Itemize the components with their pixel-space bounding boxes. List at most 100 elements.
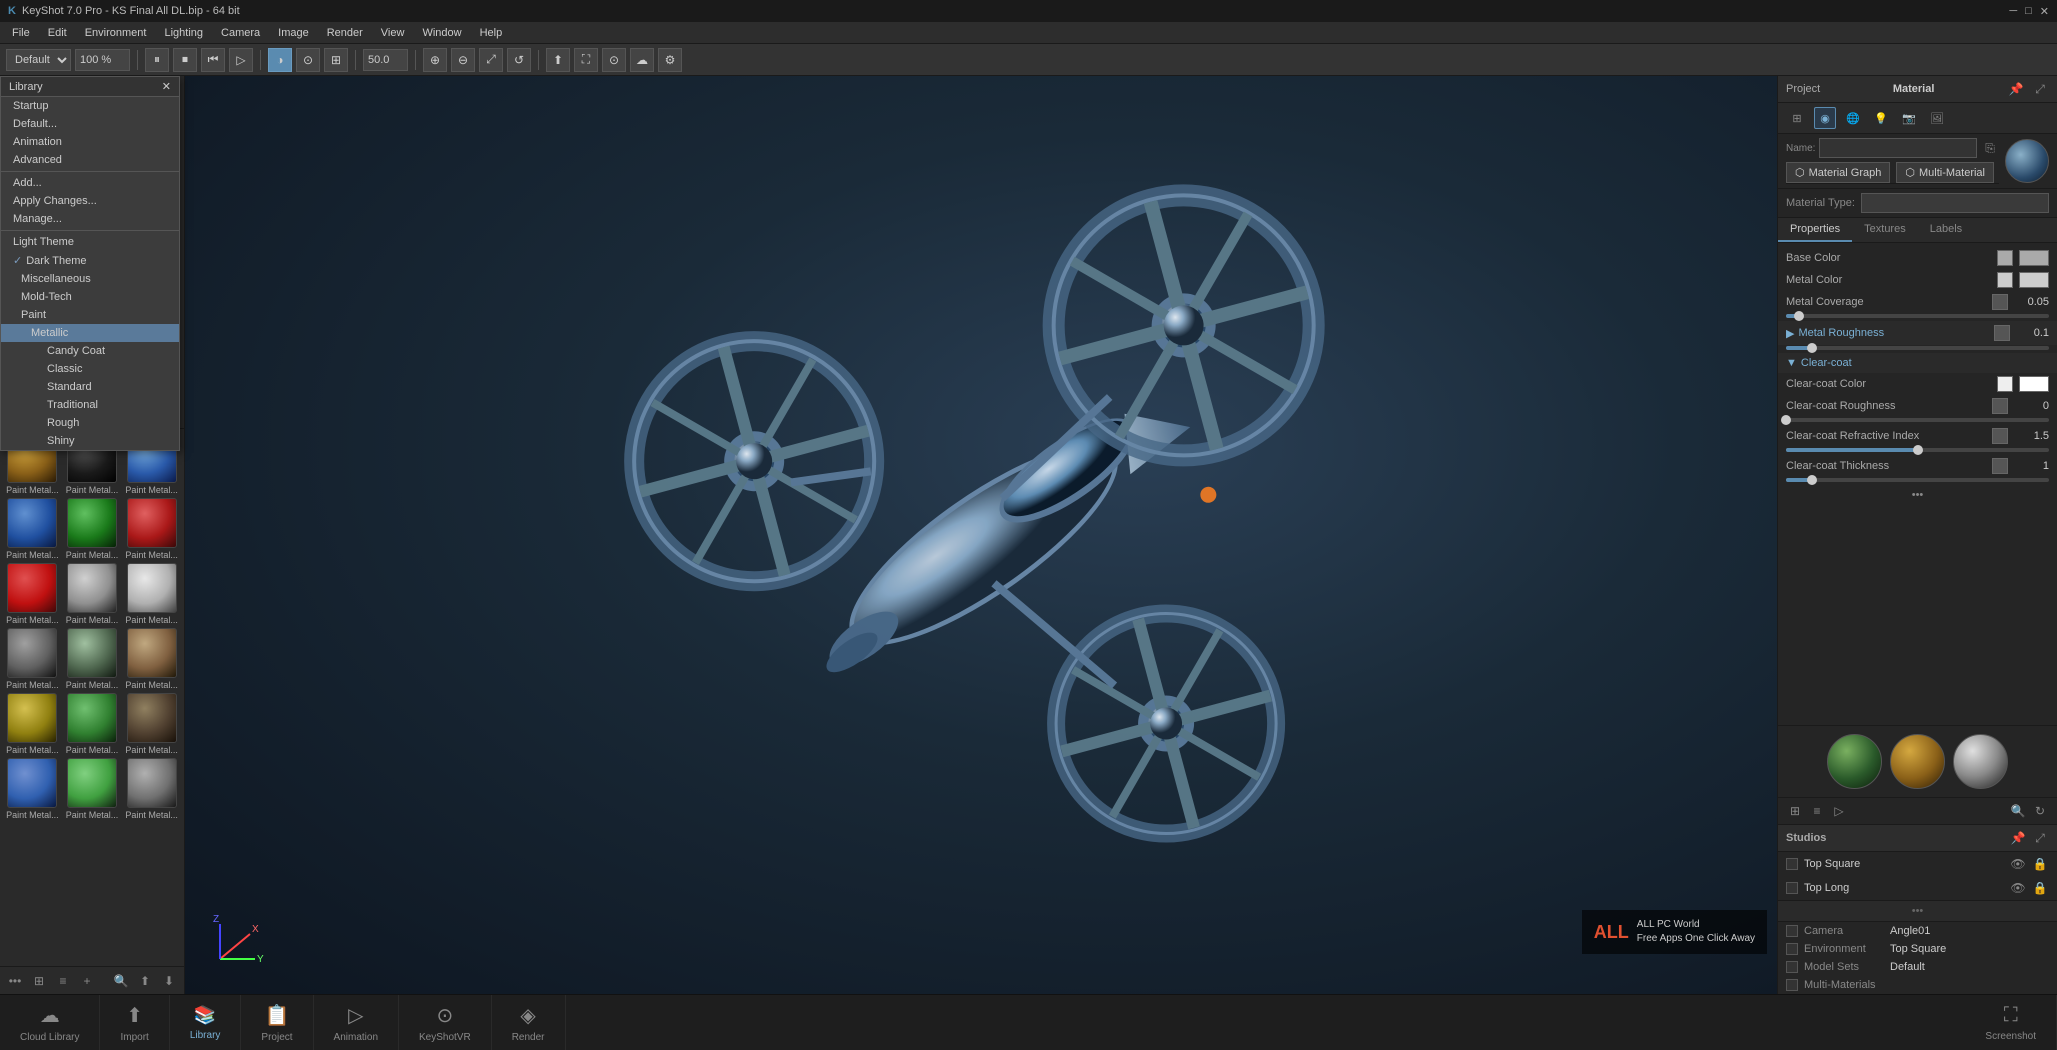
menu-image[interactable]: Image bbox=[270, 25, 317, 41]
menu-dark-theme[interactable]: ✓Dark Theme bbox=[1, 251, 179, 270]
studio-lock-2[interactable]: 🔒 bbox=[2031, 879, 2049, 897]
menu-candy-coat[interactable]: Candy Coat bbox=[1, 342, 179, 360]
dots-menu-btn[interactable]: ••• bbox=[6, 972, 24, 990]
metal-color-value-box[interactable] bbox=[1997, 272, 2013, 288]
menu-help[interactable]: Help bbox=[472, 25, 511, 41]
image-tab-btn[interactable]: 🖼 bbox=[1926, 107, 1948, 129]
dropdown-close-icon[interactable]: ✕ bbox=[162, 80, 171, 93]
menu-mold-tech[interactable]: Mold-Tech bbox=[1, 288, 179, 306]
list-item[interactable]: Paint Metal... bbox=[4, 758, 61, 820]
studio-eye-2[interactable]: 👁 bbox=[2009, 879, 2027, 897]
nav-keyshot-vr[interactable]: ⊙ KeyShotVR bbox=[399, 995, 492, 1050]
clearcoat-ri-slider[interactable] bbox=[1786, 448, 2049, 452]
metal-color-box[interactable] bbox=[2019, 272, 2049, 288]
labels-tab[interactable]: Labels bbox=[1918, 218, 1974, 242]
list-item[interactable]: Paint Metal... bbox=[4, 628, 61, 690]
material-tab-btn[interactable]: ◉ bbox=[1814, 107, 1836, 129]
model-sets-button[interactable]: ⊞ bbox=[324, 48, 348, 72]
close-button[interactable]: ✕ bbox=[2040, 5, 2049, 18]
nav-project[interactable]: 📋 Project bbox=[241, 995, 313, 1050]
menu-advanced[interactable]: Advanced bbox=[1, 151, 179, 169]
list-item[interactable]: Paint Metal... bbox=[64, 498, 121, 560]
studio-checkbox-2[interactable] bbox=[1786, 882, 1798, 894]
studio-eye-1[interactable]: 👁 bbox=[2009, 855, 2027, 873]
rewind-button[interactable]: ⏮ bbox=[201, 48, 225, 72]
panel-pin-btn[interactable]: 📌 bbox=[2007, 80, 2025, 98]
upload-btn[interactable]: ⬆ bbox=[136, 972, 154, 990]
clearcoat-section[interactable]: ▼ Clear-coat bbox=[1778, 353, 2057, 373]
viewport[interactable]: X Y Z ALL ALL PC World Free Apps One Cli… bbox=[185, 76, 1777, 994]
menu-file[interactable]: File bbox=[4, 25, 38, 41]
studio-lock-1[interactable]: 🔒 bbox=[2031, 855, 2049, 873]
metal-coverage-value-box[interactable] bbox=[1992, 294, 2008, 310]
play-button[interactable]: ▷ bbox=[229, 48, 253, 72]
menu-view[interactable]: View bbox=[373, 25, 413, 41]
list-item[interactable]: Paint Metal... bbox=[64, 758, 121, 820]
clearcoat-color-value-box[interactable] bbox=[1997, 376, 2013, 392]
metal-roughness-slider-row[interactable] bbox=[1778, 345, 2057, 353]
camera-tab-btn[interactable]: 📷 bbox=[1898, 107, 1920, 129]
frame-input[interactable] bbox=[363, 49, 408, 71]
menu-apply-changes[interactable]: Apply Changes... bbox=[1, 192, 179, 210]
light-tab-btn[interactable]: 💡 bbox=[1870, 107, 1892, 129]
clearcoat-roughness-slider-row[interactable] bbox=[1778, 417, 2057, 425]
metal-roughness-value-box[interactable] bbox=[1994, 325, 2010, 341]
menu-miscellaneous[interactable]: Miscellaneous bbox=[1, 270, 179, 288]
zoom-out-button[interactable]: ⊖ bbox=[451, 48, 475, 72]
list-view-btn[interactable]: ≡ bbox=[54, 972, 72, 990]
studios-expand-btn[interactable]: ⤢ bbox=[2031, 829, 2049, 847]
stop-button[interactable]: ⏹ bbox=[173, 48, 197, 72]
list-item[interactable]: Paint Metal... bbox=[123, 693, 180, 755]
panel-expand-btn[interactable]: ⤢ bbox=[2031, 80, 2049, 98]
list-item[interactable]: Paint Metal... bbox=[64, 628, 121, 690]
list-item[interactable]: Paint Metal... bbox=[64, 693, 121, 755]
clearcoat-thickness-slider[interactable] bbox=[1786, 478, 2049, 482]
menu-light-theme[interactable]: Light Theme bbox=[1, 233, 179, 251]
camera-checkbox[interactable] bbox=[1786, 925, 1798, 937]
menu-startup[interactable]: Startup bbox=[1, 97, 179, 115]
pause-button[interactable]: ⏸ bbox=[145, 48, 169, 72]
properties-tab[interactable]: Properties bbox=[1778, 218, 1852, 242]
prev-grid-btn[interactable]: ⊞ bbox=[1786, 802, 1804, 820]
menu-shiny[interactable]: Shiny bbox=[1, 432, 179, 450]
multi-material-btn[interactable]: ⬡ Multi-Material bbox=[1896, 162, 1994, 183]
clearcoat-thickness-value-box[interactable] bbox=[1992, 458, 2008, 474]
preview-ball-forest[interactable] bbox=[1827, 734, 1882, 789]
nav-render[interactable]: ◈ Render bbox=[492, 995, 566, 1050]
list-item[interactable]: Paint Metal... bbox=[123, 498, 180, 560]
model-sets-checkbox[interactable] bbox=[1786, 961, 1798, 973]
nav-animation[interactable]: ▷ Animation bbox=[314, 995, 399, 1050]
textures-tab[interactable]: Textures bbox=[1852, 218, 1918, 242]
realtime-button[interactable]: ⊙ bbox=[296, 48, 320, 72]
maximize-button[interactable]: □ bbox=[2025, 5, 2032, 18]
menu-lighting[interactable]: Lighting bbox=[156, 25, 211, 41]
menu-default[interactable]: Default... bbox=[1, 115, 179, 133]
zoom-in-button[interactable]: ⊕ bbox=[423, 48, 447, 72]
clearcoat-color-box[interactable] bbox=[2019, 376, 2049, 392]
nav-library[interactable]: 📚 Library bbox=[170, 995, 242, 1050]
environment-tab-btn[interactable]: 🌐 bbox=[1842, 107, 1864, 129]
menu-standard[interactable]: Standard bbox=[1, 378, 179, 396]
nav-screenshot[interactable]: ⛶ Screenshot bbox=[1965, 995, 2057, 1050]
list-item[interactable]: Paint Metal... bbox=[123, 628, 180, 690]
menu-classic[interactable]: Classic bbox=[1, 360, 179, 378]
menu-window[interactable]: Window bbox=[414, 25, 469, 41]
menu-manage[interactable]: Manage... bbox=[1, 210, 179, 228]
menu-add[interactable]: Add... bbox=[1, 174, 179, 192]
metal-roughness-section[interactable]: ▶ Metal Roughness 0.1 bbox=[1778, 321, 2057, 345]
studio-item-top-long[interactable]: Top Long 👁 🔒 bbox=[1778, 876, 2057, 900]
settings-button[interactable]: ⚙ bbox=[658, 48, 682, 72]
grid-view-btn[interactable]: ⊞ bbox=[30, 972, 48, 990]
camera-options[interactable]: ↺ bbox=[507, 48, 531, 72]
menu-edit[interactable]: Edit bbox=[40, 25, 75, 41]
studio-item-top-square[interactable]: Top Square 👁 🔒 bbox=[1778, 852, 2057, 876]
screenshot-button[interactable]: ⛶ bbox=[574, 48, 598, 72]
menu-rough[interactable]: Rough bbox=[1, 414, 179, 432]
material-type-input[interactable]: Metallic Paint bbox=[1861, 193, 2049, 213]
clearcoat-roughness-slider[interactable] bbox=[1786, 418, 2049, 422]
list-item[interactable]: Paint Metal... bbox=[4, 563, 61, 625]
menu-render[interactable]: Render bbox=[319, 25, 371, 41]
menu-metallic[interactable]: Metallic bbox=[1, 324, 179, 342]
base-color-value-box[interactable] bbox=[1997, 250, 2013, 266]
minimize-button[interactable]: ─ bbox=[2009, 5, 2017, 18]
